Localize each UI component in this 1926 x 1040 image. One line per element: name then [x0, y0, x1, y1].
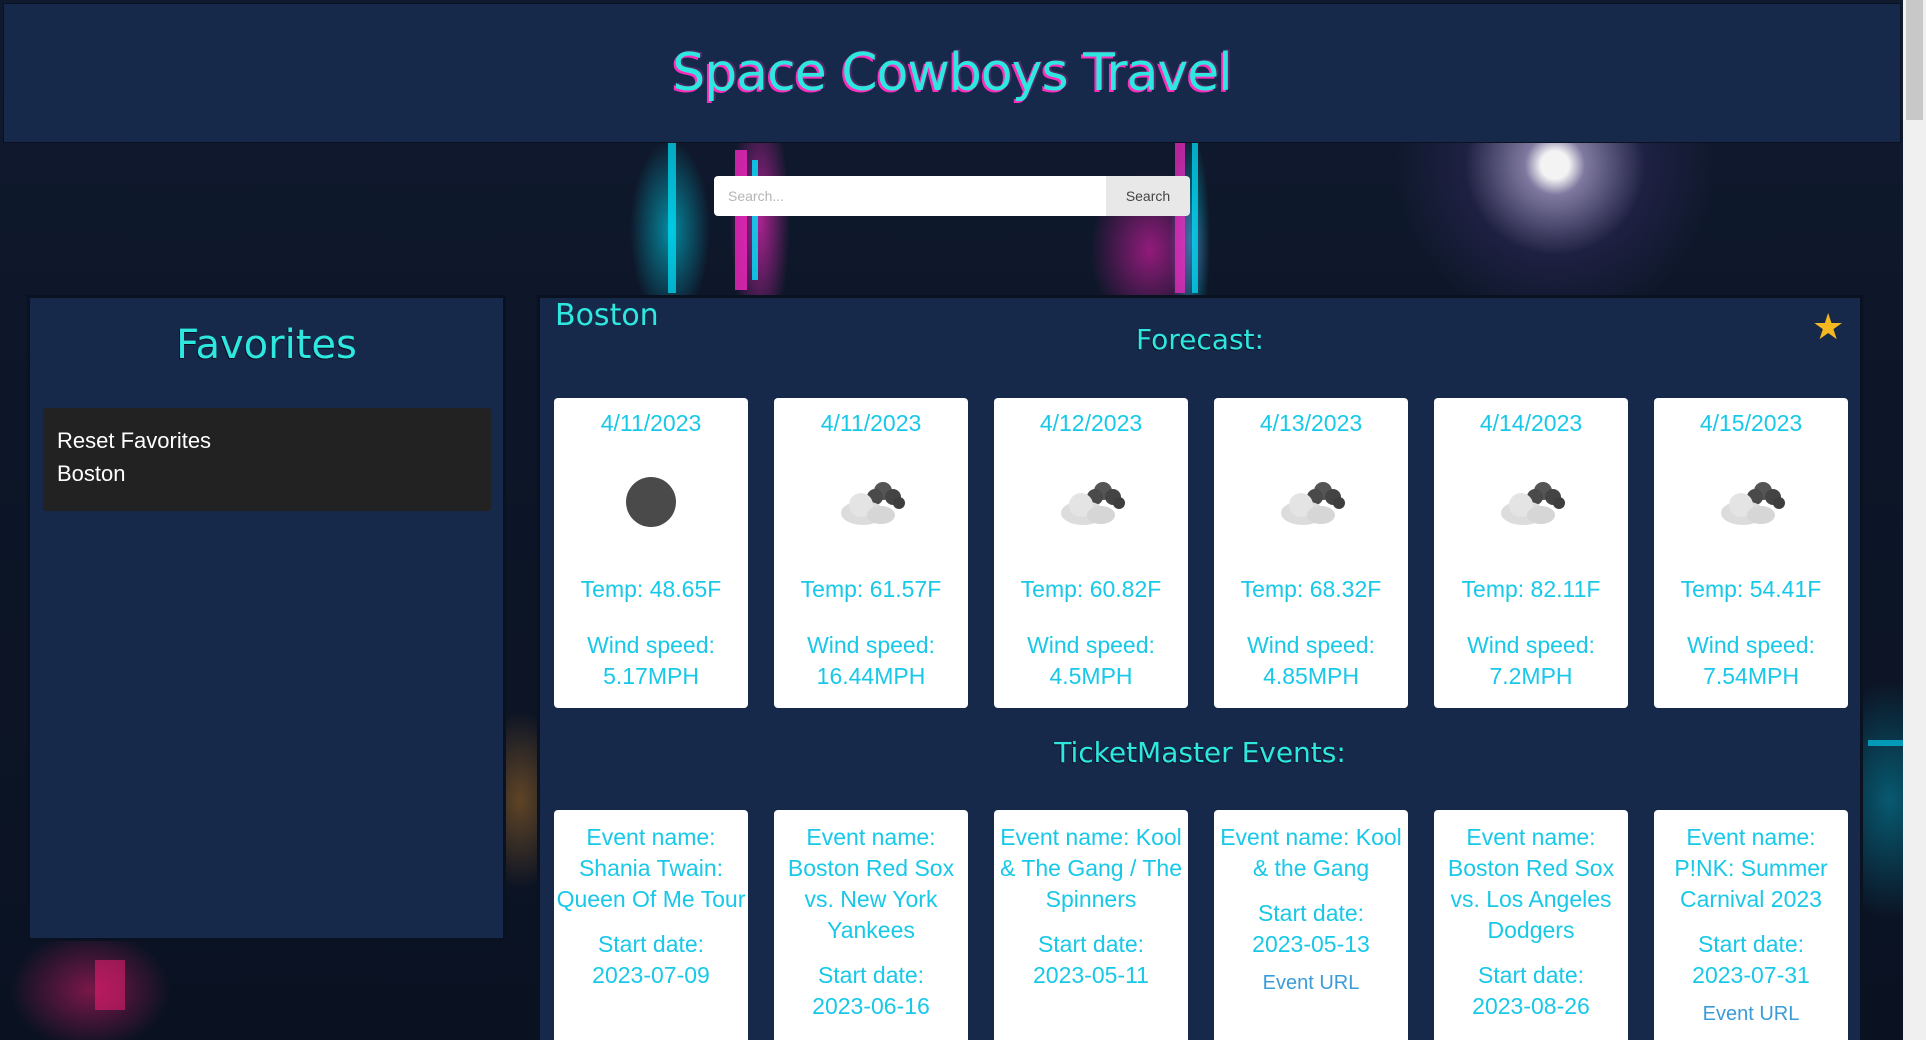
forecast-wind: Wind speed: 4.5MPH	[994, 630, 1188, 692]
favorite-item-boston[interactable]: Boston	[57, 457, 477, 490]
wind-value: 4.85MPH	[1263, 663, 1359, 689]
city-details-panel: Boston ★ Forecast: 4/11/2023 Temp: 48.65…	[537, 295, 1863, 1040]
event-start-date: 2023-07-31	[1692, 962, 1810, 988]
forecast-title: Forecast:	[1136, 323, 1264, 356]
broken-clouds-icon	[994, 439, 1188, 564]
forecast-wind: Wind speed: 7.2MPH	[1434, 630, 1628, 692]
site-header: Space Cowboys Travel	[3, 3, 1901, 143]
forecast-cards: 4/11/2023 Temp: 48.65F Wind speed: 5.17M…	[554, 398, 1848, 708]
forecast-card: 4/11/2023 Temp: 61.57F Wind speed: 16.44…	[774, 398, 968, 708]
forecast-card: 4/14/2023 Temp: 82.11F Wind speed: 7.2MP…	[1434, 398, 1628, 708]
wind-value: 7.2MPH	[1489, 663, 1573, 689]
forecast-date: 4/11/2023	[820, 410, 922, 436]
wind-value: 16.44MPH	[816, 663, 926, 689]
event-start-label: Start date:	[1257, 900, 1365, 926]
forecast-date: 4/13/2023	[1259, 410, 1363, 436]
scrollbar-thumb[interactable]	[1906, 0, 1923, 120]
event-start-label: Start date:	[1697, 931, 1805, 957]
wind-label: Wind speed:	[587, 632, 715, 658]
search-input[interactable]	[714, 176, 1106, 216]
event-start-date: 2023-08-26	[1472, 993, 1590, 1019]
event-start-label: Start date:	[817, 962, 925, 988]
event-card: Event name: Boston Red Sox vs. Los Angel…	[1434, 810, 1628, 1040]
event-name: Event name: Boston Red Sox vs. New York …	[787, 824, 955, 943]
forecast-date: 4/11/2023	[600, 410, 702, 436]
wind-label: Wind speed:	[807, 632, 935, 658]
events-title: TicketMaster Events:	[1054, 736, 1346, 769]
event-start-date: 2023-05-11	[1033, 962, 1149, 988]
forecast-date: 4/14/2023	[1479, 410, 1583, 436]
favorites-title: Favorites	[176, 322, 357, 368]
site-title: Space Cowboys Travel	[672, 43, 1232, 103]
forecast-wind: Wind speed: 5.17MPH	[554, 630, 748, 692]
forecast-card: 4/11/2023 Temp: 48.65F Wind speed: 5.17M…	[554, 398, 748, 708]
search-bar: Search	[714, 176, 1190, 216]
event-start-label: Start date:	[597, 931, 705, 957]
event-start-label: Start date:	[1477, 962, 1585, 988]
forecast-wind: Wind speed: 7.54MPH	[1654, 630, 1848, 692]
wind-value: 4.5MPH	[1049, 663, 1133, 689]
forecast-temp: Temp: 60.82F	[1020, 576, 1162, 602]
search-button[interactable]: Search	[1106, 176, 1190, 216]
forecast-card: 4/12/2023 Temp: 60.82F Wind speed: 4.5MP…	[994, 398, 1188, 708]
broken-clouds-icon	[1214, 439, 1408, 564]
forecast-temp: Temp: 68.32F	[1240, 576, 1382, 602]
event-cards: Event name: Shania Twain: Queen Of Me To…	[554, 810, 1848, 1040]
favorites-panel: Favorites Reset Favorites Boston	[27, 295, 506, 941]
event-name: Event name: Kool & The Gang / The Spinne…	[1000, 824, 1182, 912]
forecast-card: 4/15/2023 Temp: 54.41F Wind speed: 7.54M…	[1654, 398, 1848, 708]
event-name: Event name: Kool & the Gang	[1220, 824, 1402, 881]
forecast-temp: Temp: 54.41F	[1680, 576, 1822, 602]
broken-clouds-icon	[1434, 439, 1628, 564]
event-url-link[interactable]: Event URL	[1654, 999, 1848, 1030]
event-start-date: 2023-05-13	[1252, 931, 1370, 957]
event-card: Event name: Kool & the Gang Start date: …	[1214, 810, 1408, 1040]
dark-circle-icon	[554, 439, 748, 564]
event-start-label: Start date:	[1037, 931, 1145, 957]
wind-label: Wind speed:	[1687, 632, 1815, 658]
forecast-date: 4/12/2023	[1039, 410, 1143, 436]
favorites-list: Reset Favorites Boston	[43, 408, 491, 511]
wind-label: Wind speed:	[1027, 632, 1155, 658]
event-start-date: 2023-06-16	[812, 993, 930, 1019]
event-card: Event name: P!NK: Summer Carnival 2023 S…	[1654, 810, 1848, 1040]
forecast-date: 4/15/2023	[1699, 410, 1803, 436]
forecast-wind: Wind speed: 4.85MPH	[1214, 630, 1408, 692]
event-url-link[interactable]: Event URL	[1214, 968, 1408, 999]
event-start-date: 2023-07-09	[592, 962, 710, 988]
forecast-wind: Wind speed: 16.44MPH	[774, 630, 968, 692]
forecast-temp: Temp: 61.57F	[800, 576, 942, 602]
broken-clouds-icon	[1654, 439, 1848, 564]
wind-label: Wind speed:	[1467, 632, 1595, 658]
wind-label: Wind speed:	[1247, 632, 1375, 658]
event-name: Event name: Boston Red Sox vs. Los Angel…	[1447, 824, 1615, 943]
forecast-temp: Temp: 82.11F	[1461, 576, 1601, 602]
wind-value: 7.54MPH	[1703, 663, 1799, 689]
event-name: Event name: Shania Twain: Queen Of Me To…	[556, 824, 746, 912]
wind-value: 5.17MPH	[603, 663, 699, 689]
reset-favorites-button[interactable]: Reset Favorites	[57, 424, 477, 457]
event-card: Event name: Boston Red Sox vs. New York …	[774, 810, 968, 1040]
window-scrollbar[interactable]	[1903, 0, 1926, 1040]
broken-clouds-icon	[774, 439, 968, 564]
event-card: Event name: Shania Twain: Queen Of Me To…	[554, 810, 748, 1040]
event-name: Event name: P!NK: Summer Carnival 2023	[1674, 824, 1828, 912]
forecast-card: 4/13/2023 Temp: 68.32F Wind speed: 4.85M…	[1214, 398, 1408, 708]
event-card: Event name: Kool & The Gang / The Spinne…	[994, 810, 1188, 1040]
forecast-temp: Temp: 48.65F	[580, 576, 722, 602]
